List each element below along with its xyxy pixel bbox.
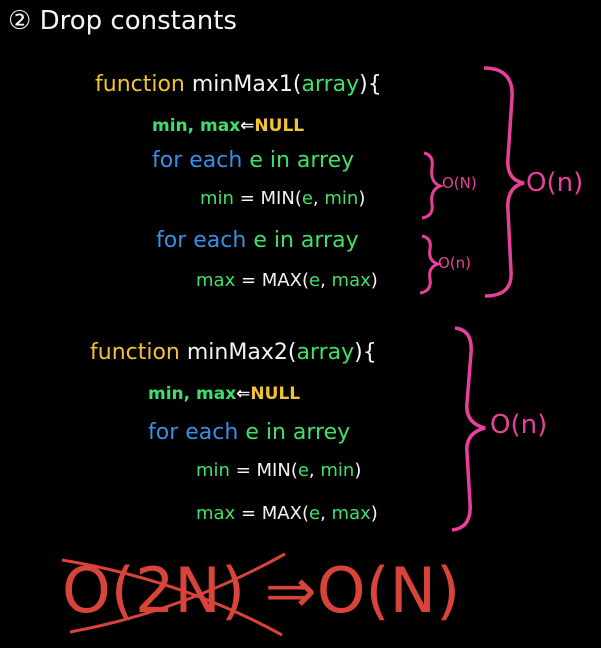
section-title: ② Drop constants (8, 8, 237, 34)
loop2-brace (419, 234, 444, 295)
arg-b: min (320, 460, 355, 481)
block1-loop2: for each e in array (156, 230, 359, 252)
block2-brace (451, 326, 486, 532)
foreach-keyword: for each (148, 420, 239, 445)
block2-complexity: O(n) (490, 410, 548, 440)
sep: , (320, 270, 326, 291)
loop-var: e (245, 420, 259, 445)
loop-collection: arrey (296, 148, 355, 173)
fn: MAX( (261, 270, 309, 291)
param: array (296, 340, 355, 365)
arg-a: e (308, 270, 321, 291)
arg-b: max (331, 503, 371, 524)
function-keyword: function (90, 340, 180, 365)
eq: = (235, 460, 251, 481)
fn: MIN( (260, 188, 302, 209)
block1-stmt1: min = MIN(e, min) (200, 190, 365, 208)
simplified-complexity: O(N) (316, 554, 461, 627)
foreach-keyword: for each (152, 148, 243, 173)
eq: = (240, 270, 257, 291)
init-value: NULL (250, 384, 301, 404)
loop2-complexity: O(n) (438, 254, 472, 272)
block1-signature: function minMax1(array){ (95, 74, 382, 96)
lhs: max (196, 270, 236, 291)
fn: MIN( (256, 460, 298, 481)
eq: = (239, 188, 255, 209)
end: ) (358, 188, 366, 209)
end: ) (354, 460, 362, 481)
close-brace-open: ){ (354, 340, 377, 365)
arg-a: e (308, 503, 321, 524)
init-value: NULL (254, 116, 305, 136)
loop-var: e (249, 148, 263, 173)
block1-loop1: for each e in arrey (152, 150, 354, 172)
loop-collection: arrey (292, 420, 351, 445)
block1-brace (483, 66, 525, 298)
sep: , (312, 188, 319, 209)
assign-arrow: ⇐ (236, 384, 251, 404)
implies-arrow: ⇒ (264, 554, 317, 627)
function-name: minMax2 (186, 340, 288, 365)
whiteboard: ② Drop constants function minMax1(array)… (0, 0, 601, 648)
block1-init: min, max⇐NULL (152, 118, 304, 135)
eq: = (240, 503, 257, 524)
block2-init: min, max⇐NULL (148, 386, 300, 403)
arg-a: e (297, 460, 309, 481)
block1-complexity: O(n) (526, 168, 584, 198)
block2-stmt1: min = MIN(e, min) (196, 462, 361, 480)
in-keyword: in (269, 148, 290, 173)
loop-var: e (253, 228, 267, 253)
sep: , (308, 460, 315, 481)
in-keyword: in (273, 228, 294, 253)
close-brace-open: ){ (359, 72, 382, 97)
function-name: minMax1 (191, 72, 293, 97)
arg-b: max (331, 270, 371, 291)
block2-loop: for each e in arrey (148, 422, 350, 444)
function-keyword: function (95, 72, 185, 97)
block1-stmt2: max = MAX(e, max) (196, 272, 378, 290)
arg-b: min (324, 188, 359, 209)
loop1-brace (421, 151, 445, 220)
block2-signature: function minMax2(array){ (90, 342, 377, 364)
brace-layer (61, 66, 525, 637)
end: ) (370, 503, 378, 524)
end: ) (370, 270, 378, 291)
fn: MAX( (261, 503, 309, 524)
lhs: min (200, 188, 234, 209)
lhs: min (196, 460, 230, 481)
sep: , (320, 503, 326, 524)
crossed-complexity: O(2N) (62, 554, 246, 627)
foreach-keyword: for each (156, 228, 247, 253)
in-keyword: in (265, 420, 286, 445)
loop-collection: array (300, 228, 359, 253)
conclusion: O(2N) ⇒O(N) (62, 560, 460, 622)
arg-a: e (301, 188, 313, 209)
loop1-complexity: O(N) (442, 174, 477, 192)
section-title-text: Drop constants (39, 6, 237, 36)
init-vars: min, max (152, 116, 241, 136)
init-vars: min, max (148, 384, 237, 404)
param: array (301, 72, 360, 97)
section-number: ② (8, 6, 32, 36)
block2-stmt2: max = MAX(e, max) (196, 505, 378, 523)
assign-arrow: ⇐ (240, 116, 255, 136)
lhs: max (196, 503, 236, 524)
